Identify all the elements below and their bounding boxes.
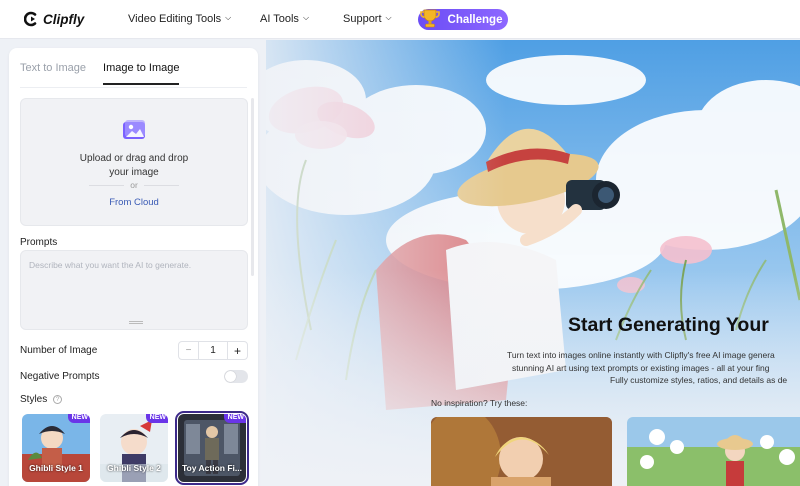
nav-support[interactable]: Support ⌵	[343, 13, 392, 25]
chevron-down-icon: ⌵	[302, 13, 310, 22]
generator-panel: Text to Image Image to Image Upload or d…	[9, 48, 258, 486]
styles-label: Styles	[20, 394, 48, 405]
upload-line-2: your image	[109, 167, 159, 178]
hero-desc-line: Turn text into images online instantly w…	[507, 350, 775, 360]
top-navigation-bar: Clipfly Video Editing Tools ⌵ AI Tools ⌵…	[0, 0, 800, 39]
separator-line	[89, 184, 125, 186]
style-name: Toy Action Fi...	[182, 463, 242, 473]
hero-desc-line: stunning AI art using text prompts or ex…	[512, 362, 770, 373]
nav-label: AI Tools	[260, 13, 299, 25]
tab-image-to-image[interactable]: Image to Image	[103, 62, 180, 85]
from-cloud-link[interactable]: From Cloud	[21, 197, 247, 208]
styles-heading: Styles ?	[20, 394, 63, 405]
new-badge: NEW	[145, 414, 168, 423]
inspiration-image-flower-girl	[627, 417, 800, 486]
nav-video-editing-tools[interactable]: Video Editing Tools ⌵	[128, 13, 231, 25]
tab-text-to-image[interactable]: Text to Image	[20, 62, 86, 85]
prompt-input[interactable]	[21, 251, 247, 329]
image-upload-dropzone[interactable]: Upload or drag and drop your image or Fr…	[20, 98, 248, 226]
prompt-textarea-container	[20, 250, 248, 330]
style-name: Ghibli Style 1	[29, 463, 83, 473]
upload-instructions: Upload or drag and drop your image	[21, 152, 247, 180]
upload-line-1: Upload or drag and drop	[79, 153, 189, 164]
hero-desc-line: Fully customize styles, ratios, and deta…	[610, 375, 788, 385]
style-card-ghibli-2[interactable]: Ghibli Style 2 NEW	[100, 414, 168, 482]
hero-title: Start Generating Your	[568, 314, 769, 336]
tabs-divider	[20, 87, 247, 88]
inspiration-image-princess	[431, 417, 612, 486]
nav-label: Video Editing Tools	[128, 13, 222, 25]
logo-text: Clipfly	[43, 11, 85, 27]
nav-label: Support	[343, 13, 382, 25]
chevron-down-icon: ⌵	[225, 13, 232, 22]
nav-ai-tools[interactable]: AI Tools ⌵	[260, 13, 309, 25]
trophy-icon	[420, 9, 440, 28]
mode-tabs: Text to Image Image to Image	[20, 62, 180, 85]
inspiration-card-1[interactable]	[431, 417, 612, 486]
new-badge: NEW	[67, 414, 90, 423]
negative-prompts-toggle[interactable]	[224, 370, 248, 383]
number-of-image-stepper: − 1 +	[178, 341, 248, 360]
new-badge: NEW	[223, 414, 246, 423]
negative-prompts-label: Negative Prompts	[20, 371, 100, 382]
inspiration-label: No inspiration? Try these:	[431, 398, 528, 408]
style-card-ghibli-1[interactable]: Ghibli Style 1 NEW	[22, 414, 90, 482]
decrement-button[interactable]: −	[179, 342, 199, 359]
inspiration-card-2[interactable]	[627, 417, 800, 486]
or-text: or	[130, 180, 138, 190]
clipfly-logo[interactable]: Clipfly	[24, 11, 84, 27]
hero-description: Turn text into images online instantly w…	[507, 349, 800, 387]
resize-handle-icon[interactable]	[129, 321, 143, 324]
style-name: Ghibli Style 2	[107, 463, 161, 473]
image-upload-icon	[123, 120, 145, 139]
panel-scrollbar[interactable]	[251, 98, 254, 276]
prompts-label: Prompts	[20, 237, 58, 248]
number-of-image-value[interactable]: 1	[199, 342, 227, 359]
or-separator: or	[89, 180, 179, 190]
number-of-image-label: Number of Image	[20, 345, 98, 356]
separator-line	[143, 184, 179, 186]
toggle-knob	[225, 371, 236, 382]
challenge-label: Challenge	[447, 13, 503, 26]
increment-button[interactable]: +	[227, 342, 247, 359]
help-icon[interactable]: ?	[53, 394, 63, 404]
clipfly-logo-icon	[24, 11, 37, 27]
chevron-down-icon: ⌵	[385, 13, 392, 22]
style-card-toy-action-figure[interactable]: Toy Action Fi... NEW	[175, 411, 249, 485]
